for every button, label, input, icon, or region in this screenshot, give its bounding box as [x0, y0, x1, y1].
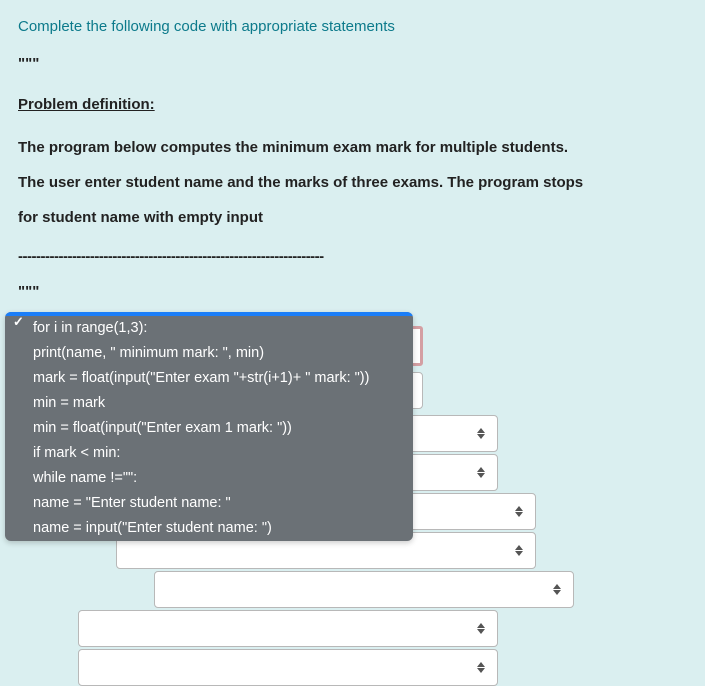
problem-para-1: The program below computes the minimum e… [18, 137, 687, 158]
dropdown-option[interactable]: while name !="": [5, 466, 413, 491]
code-slot-7[interactable] [154, 571, 574, 608]
dropdown-option[interactable]: mark = float(input("Enter exam "+str(i+1… [5, 366, 413, 391]
code-slot-9[interactable] [78, 649, 498, 686]
updown-icon [513, 543, 525, 559]
dropdown-option[interactable]: name = "Enter student name: " [5, 491, 413, 516]
updown-icon [475, 465, 487, 481]
dropdown-option[interactable]: print(name, " minimum mark: ", min) [5, 341, 413, 366]
updown-icon [513, 504, 525, 520]
dropdown-option[interactable]: if mark < min: [5, 441, 413, 466]
updown-icon [475, 426, 487, 442]
code-slot-8[interactable] [78, 610, 498, 647]
problem-para-2: The user enter student name and the mark… [18, 172, 687, 193]
updown-icon [551, 582, 563, 598]
dropdown-popup: for i in range(1,3): print(name, " minim… [5, 312, 413, 541]
dropdown-option[interactable]: for i in range(1,3): [5, 316, 413, 341]
updown-icon [475, 621, 487, 637]
divider-line: ----------------------------------------… [18, 248, 687, 265]
instruction-header: Complete the following code with appropr… [0, 0, 705, 45]
updown-icon [475, 660, 487, 676]
problem-definition-heading: Problem definition: [18, 96, 687, 113]
problem-para-3: for student name with empty input [18, 207, 687, 228]
triple-quote-close: """ [18, 283, 687, 300]
dropdown-option[interactable]: min = float(input("Enter exam 1 mark: ")… [5, 416, 413, 441]
dropdown-option[interactable]: min = mark [5, 391, 413, 416]
dropdown-option[interactable]: name = input("Enter student name: ") [5, 516, 413, 541]
triple-quote-open: """ [18, 55, 687, 72]
